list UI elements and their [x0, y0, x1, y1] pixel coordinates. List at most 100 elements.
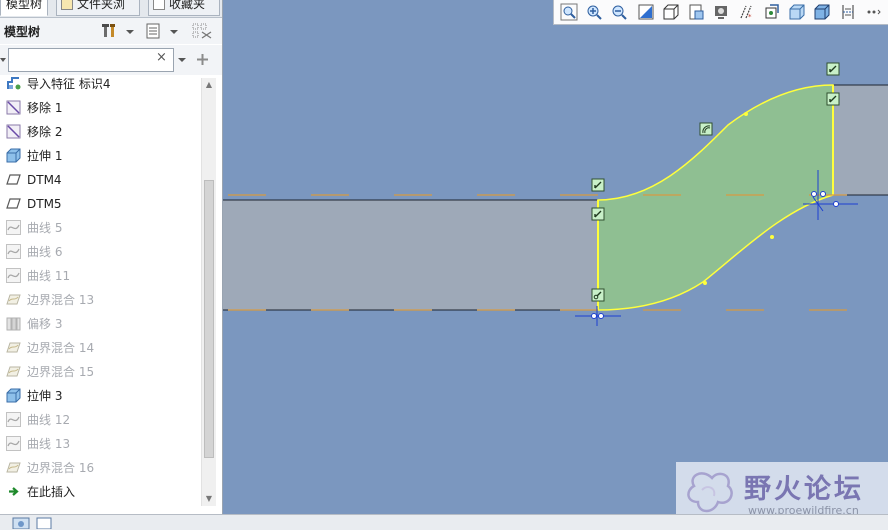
tree-item-remove-2[interactable]: 移除 2: [0, 120, 200, 144]
tab-model-tree-label: 模型树: [6, 0, 43, 11]
tree-search-input[interactable]: [8, 48, 174, 72]
tree-item-boundary-blend-16[interactable]: 边界混合 16: [0, 456, 200, 480]
datum-plane-icon: [6, 174, 21, 185]
datum-plane-icon: [6, 198, 21, 209]
tree-item-import-feature[interactable]: 导入特征 标识4: [0, 75, 200, 96]
tree-item-boundary-blend-14[interactable]: 边界混合 14: [0, 336, 200, 360]
scroll-up-arrow-icon[interactable]: ▲: [202, 78, 216, 92]
tree-item-curve-6[interactable]: 曲线 6: [0, 240, 200, 264]
repaint-icon[interactable]: [637, 3, 655, 21]
add-icon[interactable]: [196, 53, 209, 66]
zoom-in-icon[interactable]: [585, 3, 603, 21]
tree-item-curve-12[interactable]: 曲线 12: [0, 408, 200, 432]
tree-item-label: 曲线 13: [27, 437, 71, 451]
tree-item-boundary-blend-15[interactable]: 边界混合 15: [0, 360, 200, 384]
tree-item-label: 在此插入: [27, 485, 76, 499]
remove-icon: [6, 100, 21, 115]
tree-item-curve-5[interactable]: 曲线 5: [0, 216, 200, 240]
view-toolbar: *: [553, 0, 888, 25]
blend-control-point: [770, 235, 774, 239]
shading-edges-icon[interactable]: [813, 3, 831, 21]
extrude-icon: [6, 148, 21, 163]
boundary-blend-icon: [6, 462, 21, 473]
browser-toggle-icon[interactable]: [36, 517, 52, 529]
import-feature-icon: [7, 77, 21, 90]
watermark-logo-icon: [687, 472, 733, 513]
tree-item-curve-13[interactable]: 曲线 13: [0, 432, 200, 456]
tree-item-curve-11[interactable]: 曲线 11: [0, 264, 200, 288]
watermark-title: 野火论坛: [744, 474, 864, 505]
tree-item-label: DTM4: [27, 173, 62, 187]
more-icon[interactable]: [864, 3, 882, 21]
status-bar: [0, 514, 888, 530]
tree-item-label: DTM5: [27, 197, 62, 211]
insert-here-arrow-icon: [9, 487, 19, 496]
search-scope-arrow-icon[interactable]: [0, 55, 6, 65]
curve-icon: [6, 436, 21, 451]
tree-item-label: 曲线 6: [27, 245, 63, 259]
named-views-icon[interactable]: [687, 3, 705, 21]
offset-icon: [6, 317, 21, 331]
remove-icon: [6, 124, 21, 139]
spin-center-icon[interactable]: [763, 3, 781, 21]
tree-item-label: 拉伸 1: [27, 149, 63, 163]
tree-item-label: 曲线 5: [27, 221, 63, 235]
boundary-blend-icon: [6, 294, 21, 305]
annotation-display-icon[interactable]: [839, 3, 857, 21]
tab-favorites[interactable]: 收藏夹: [148, 0, 220, 16]
shading-icon[interactable]: [788, 3, 806, 21]
left-solid-body: [223, 200, 598, 310]
boundary-blend-surface: [597, 84, 834, 311]
zoom-fit-icon[interactable]: [560, 3, 578, 21]
boundary-condition-handle: [591, 288, 605, 302]
tree-item-extrude-3[interactable]: 拉伸 3: [0, 384, 200, 408]
tree-item-extrude-1[interactable]: 拉伸 1: [0, 144, 200, 168]
display-style-icon[interactable]: [712, 3, 730, 21]
tree-item-label: 拉伸 3: [27, 389, 63, 403]
scroll-thumb[interactable]: [204, 180, 214, 458]
search-clear-icon[interactable]: ×: [156, 50, 167, 65]
tree-scrollbar[interactable]: ▲ ▼: [201, 78, 216, 506]
tree-item-label: 边界混合 14: [27, 341, 95, 355]
model-tree-title: 模型树: [4, 25, 41, 39]
model-tree-header: 模型树: [0, 18, 222, 44]
settings-tools-icon[interactable]: [102, 23, 134, 39]
tree-search-row: [0, 45, 222, 75]
model-tree-list: 导入特征 标识4 移除 1 移除 2 拉伸 1 DTM4 DTM5 曲线 5 曲…: [0, 75, 201, 507]
tree-item-label: 曲线 12: [27, 413, 71, 427]
tree-item-label: 边界混合 13: [27, 293, 95, 307]
tree-item-insert-here[interactable]: 在此插入: [0, 480, 200, 504]
curve-icon: [6, 412, 21, 427]
tree-item-remove-1[interactable]: 移除 1: [0, 96, 200, 120]
zoom-out-icon[interactable]: [610, 3, 628, 21]
tab-folder-browser-label: 文件夹浏: [77, 0, 126, 11]
boundary-condition-handle: [591, 207, 605, 221]
model-tree-panel: 模型树 文件夹浏 收藏夹 模型树 × 导入特征 标识4 移除 1 移除 2 拉伸…: [0, 0, 223, 514]
tree-item-boundary-blend-13[interactable]: 边界混合 13: [0, 288, 200, 312]
right-solid-body: [833, 85, 888, 195]
navigator-toggle-icon[interactable]: [12, 517, 30, 529]
tree-item-label: 移除 1: [27, 101, 63, 115]
show-list-icon[interactable]: [146, 23, 182, 39]
datum-display-icon[interactable]: *: [738, 3, 756, 21]
search-dropdown-icon[interactable]: [177, 56, 187, 64]
scroll-down-arrow-icon[interactable]: ▼: [202, 492, 216, 506]
tree-item-label: 曲线 11: [27, 269, 71, 283]
tree-item-offset-3[interactable]: 偏移 3: [0, 312, 200, 336]
tab-favorites-label: 收藏夹: [169, 0, 206, 11]
extrude-icon: [6, 388, 21, 403]
boundary-blend-icon: [6, 342, 21, 353]
tree-item-dtm4[interactable]: DTM4: [0, 168, 200, 192]
folder-icon: [61, 0, 73, 10]
tree-filter-icon[interactable]: [192, 23, 214, 39]
graphics-viewport[interactable]: *: [223, 0, 888, 514]
tab-folder-browser[interactable]: 文件夹浏: [56, 0, 140, 16]
blend-control-point: [744, 112, 748, 116]
tab-model-tree[interactable]: 模型树: [0, 0, 48, 16]
curve-icon: [6, 244, 21, 259]
tree-item-label: 边界混合 16: [27, 461, 95, 475]
tree-item-label: 边界混合 15: [27, 365, 95, 379]
tree-item-dtm5[interactable]: DTM5: [0, 192, 200, 216]
curve-icon: [6, 220, 21, 235]
saved-orientations-icon[interactable]: [662, 3, 680, 21]
